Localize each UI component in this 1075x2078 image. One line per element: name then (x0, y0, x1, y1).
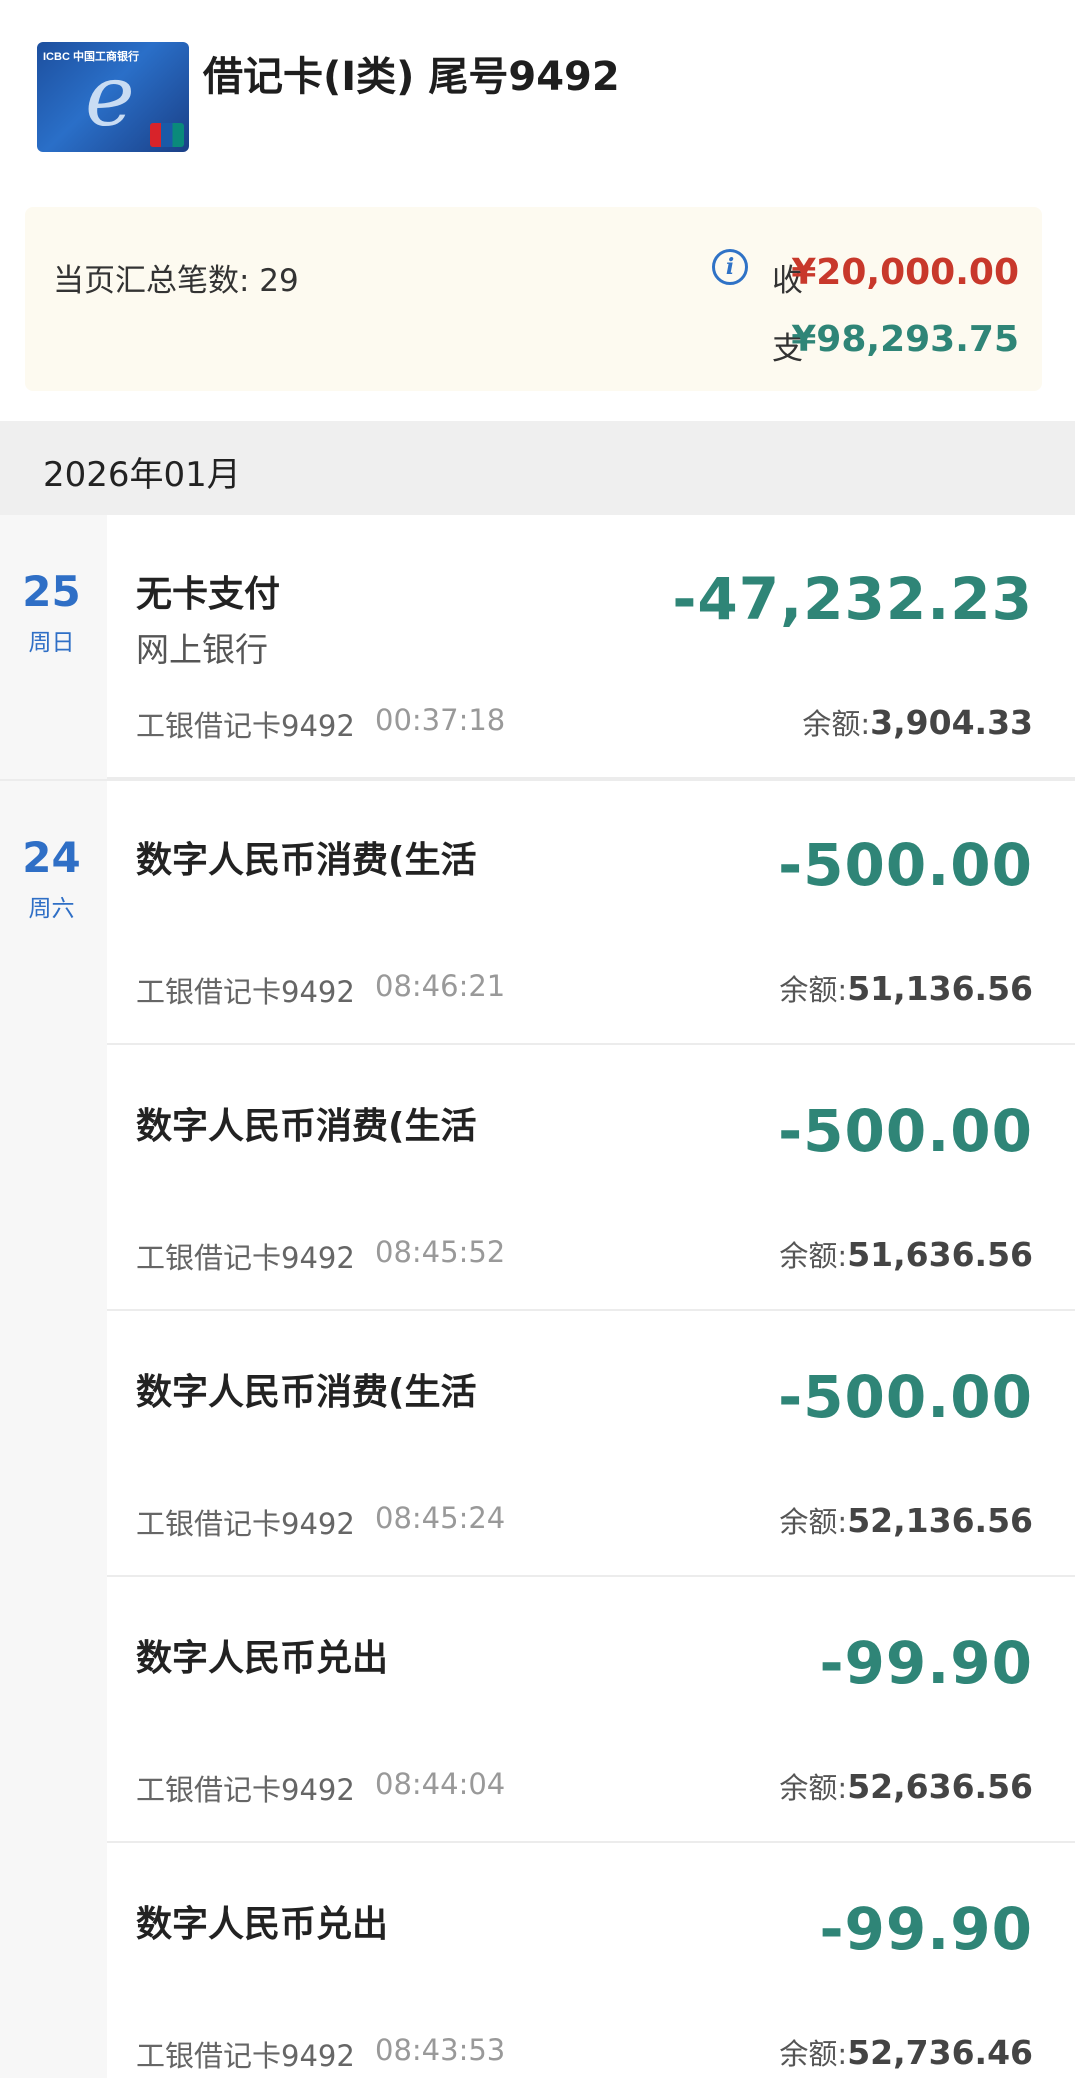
summary-count: 当页汇总笔数: 29 (53, 263, 299, 299)
day-number: 25 (22, 567, 81, 616)
transaction-list-page: ICBC 中国工商银行 e 借记卡(I类) 尾号9492 当页汇总笔数: 29 … (0, 0, 1075, 2078)
transaction-title: 数字人民币兑出 (136, 1904, 389, 1945)
transaction-title: 数字人民币消费(生活 (136, 840, 477, 881)
transaction-balance: 余额:52,636.56 (779, 1765, 1033, 1807)
card-title: 借记卡(I类) 尾号9492 (203, 54, 620, 100)
transaction-channel: 网上银行 (136, 630, 268, 669)
transaction-balance: 余额:3,904.33 (802, 701, 1033, 743)
transaction-time: 08:43:53 (375, 2033, 506, 2067)
transaction-time: 08:46:21 (375, 969, 506, 1003)
transaction-card: 工银借记卡9492 (136, 975, 355, 1009)
balance-value: 51,636.56 (847, 1235, 1033, 1274)
transaction-amount: -47,232.23 (672, 565, 1033, 633)
day-weekday: 周日 (28, 630, 75, 656)
day-weekday: 周六 (28, 896, 75, 922)
transaction-card: 工银借记卡9492 (136, 1241, 355, 1275)
transaction-row[interactable]: 数字人民币兑出 -99.90 工银借记卡9492 08:44:04 余额:52,… (107, 1579, 1075, 1843)
transaction-title: 数字人民币消费(生活 (136, 1106, 477, 1147)
balance-value: 52,136.56 (847, 1501, 1033, 1540)
day-group-25: 25 周日 (0, 515, 107, 779)
transaction-balance: 余额:51,636.56 (779, 1233, 1033, 1275)
month-label: 2026年01月 (43, 455, 241, 495)
balance-label: 余额: (802, 707, 871, 741)
balance-label: 余额: (779, 1239, 848, 1273)
transaction-row[interactable]: 数字人民币兑出 -99.90 工银借记卡9492 08:43:53 余额:52,… (107, 1845, 1075, 2078)
transaction-time: 08:45:24 (375, 1501, 506, 1535)
transaction-balance: 余额:52,136.56 (779, 1499, 1033, 1541)
day-group-24: 24 周六 (0, 781, 107, 2078)
transaction-row[interactable]: 数字人民币消费(生活 -500.00 工银借记卡9492 08:45:52 余额… (107, 1047, 1075, 1311)
transaction-row[interactable]: 数字人民币消费(生活 -500.00 工银借记卡9492 08:45:24 余额… (107, 1313, 1075, 1577)
month-header: 2026年01月 (0, 421, 1075, 515)
balance-value: 3,904.33 (870, 703, 1033, 742)
transaction-balance: 余额:51,136.56 (779, 967, 1033, 1009)
transaction-amount: -500.00 (778, 1363, 1033, 1431)
transaction-row[interactable]: 数字人民币消费(生活 -500.00 工银借记卡9492 08:46:21 余额… (107, 781, 1075, 1045)
balance-label: 余额: (779, 1505, 848, 1539)
transaction-card: 工银借记卡9492 (136, 709, 355, 743)
transaction-balance: 余额:52,736.46 (779, 2031, 1033, 2073)
balance-label: 余额: (779, 973, 848, 1007)
transaction-row[interactable]: 无卡支付 网上银行 -47,232.23 工银借记卡9492 00:37:18 … (107, 515, 1075, 779)
balance-label: 余额: (779, 1771, 848, 1805)
balance-value: 51,136.56 (847, 969, 1033, 1008)
info-icon[interactable]: i (712, 249, 748, 285)
transaction-card: 工银借记卡9492 (136, 1507, 355, 1541)
transaction-card: 工银借记卡9492 (136, 2039, 355, 2073)
transaction-card: 工银借记卡9492 (136, 1773, 355, 1807)
page-summary: 当页汇总笔数: 29 i 收 ¥20,000.00 支 ¥98,293.75 (25, 207, 1042, 391)
card-e-logo: e (85, 47, 135, 145)
transaction-amount: -99.90 (819, 1895, 1033, 1963)
card-header[interactable]: ICBC 中国工商银行 e 借记卡(I类) 尾号9492 (0, 0, 1075, 200)
transaction-title: 数字人民币消费(生活 (136, 1372, 477, 1413)
transaction-amount: -500.00 (778, 831, 1033, 899)
transaction-title: 数字人民币兑出 (136, 1638, 389, 1679)
transaction-title: 无卡支付 (136, 574, 281, 615)
day-number: 24 (22, 833, 81, 882)
transaction-time: 00:37:18 (375, 703, 506, 737)
transaction-amount: -99.90 (819, 1629, 1033, 1697)
balance-label: 余额: (779, 2037, 848, 2071)
unionpay-logo (150, 123, 184, 147)
income-amount: ¥20,000.00 (791, 252, 1019, 293)
expense-amount: ¥98,293.75 (791, 319, 1019, 360)
bank-card-image: ICBC 中国工商银行 e (37, 42, 189, 152)
balance-value: 52,636.56 (847, 1767, 1033, 1806)
transaction-time: 08:44:04 (375, 1767, 506, 1801)
transaction-amount: -500.00 (778, 1097, 1033, 1165)
transaction-time: 08:45:52 (375, 1235, 506, 1269)
balance-value: 52,736.46 (847, 2033, 1033, 2072)
